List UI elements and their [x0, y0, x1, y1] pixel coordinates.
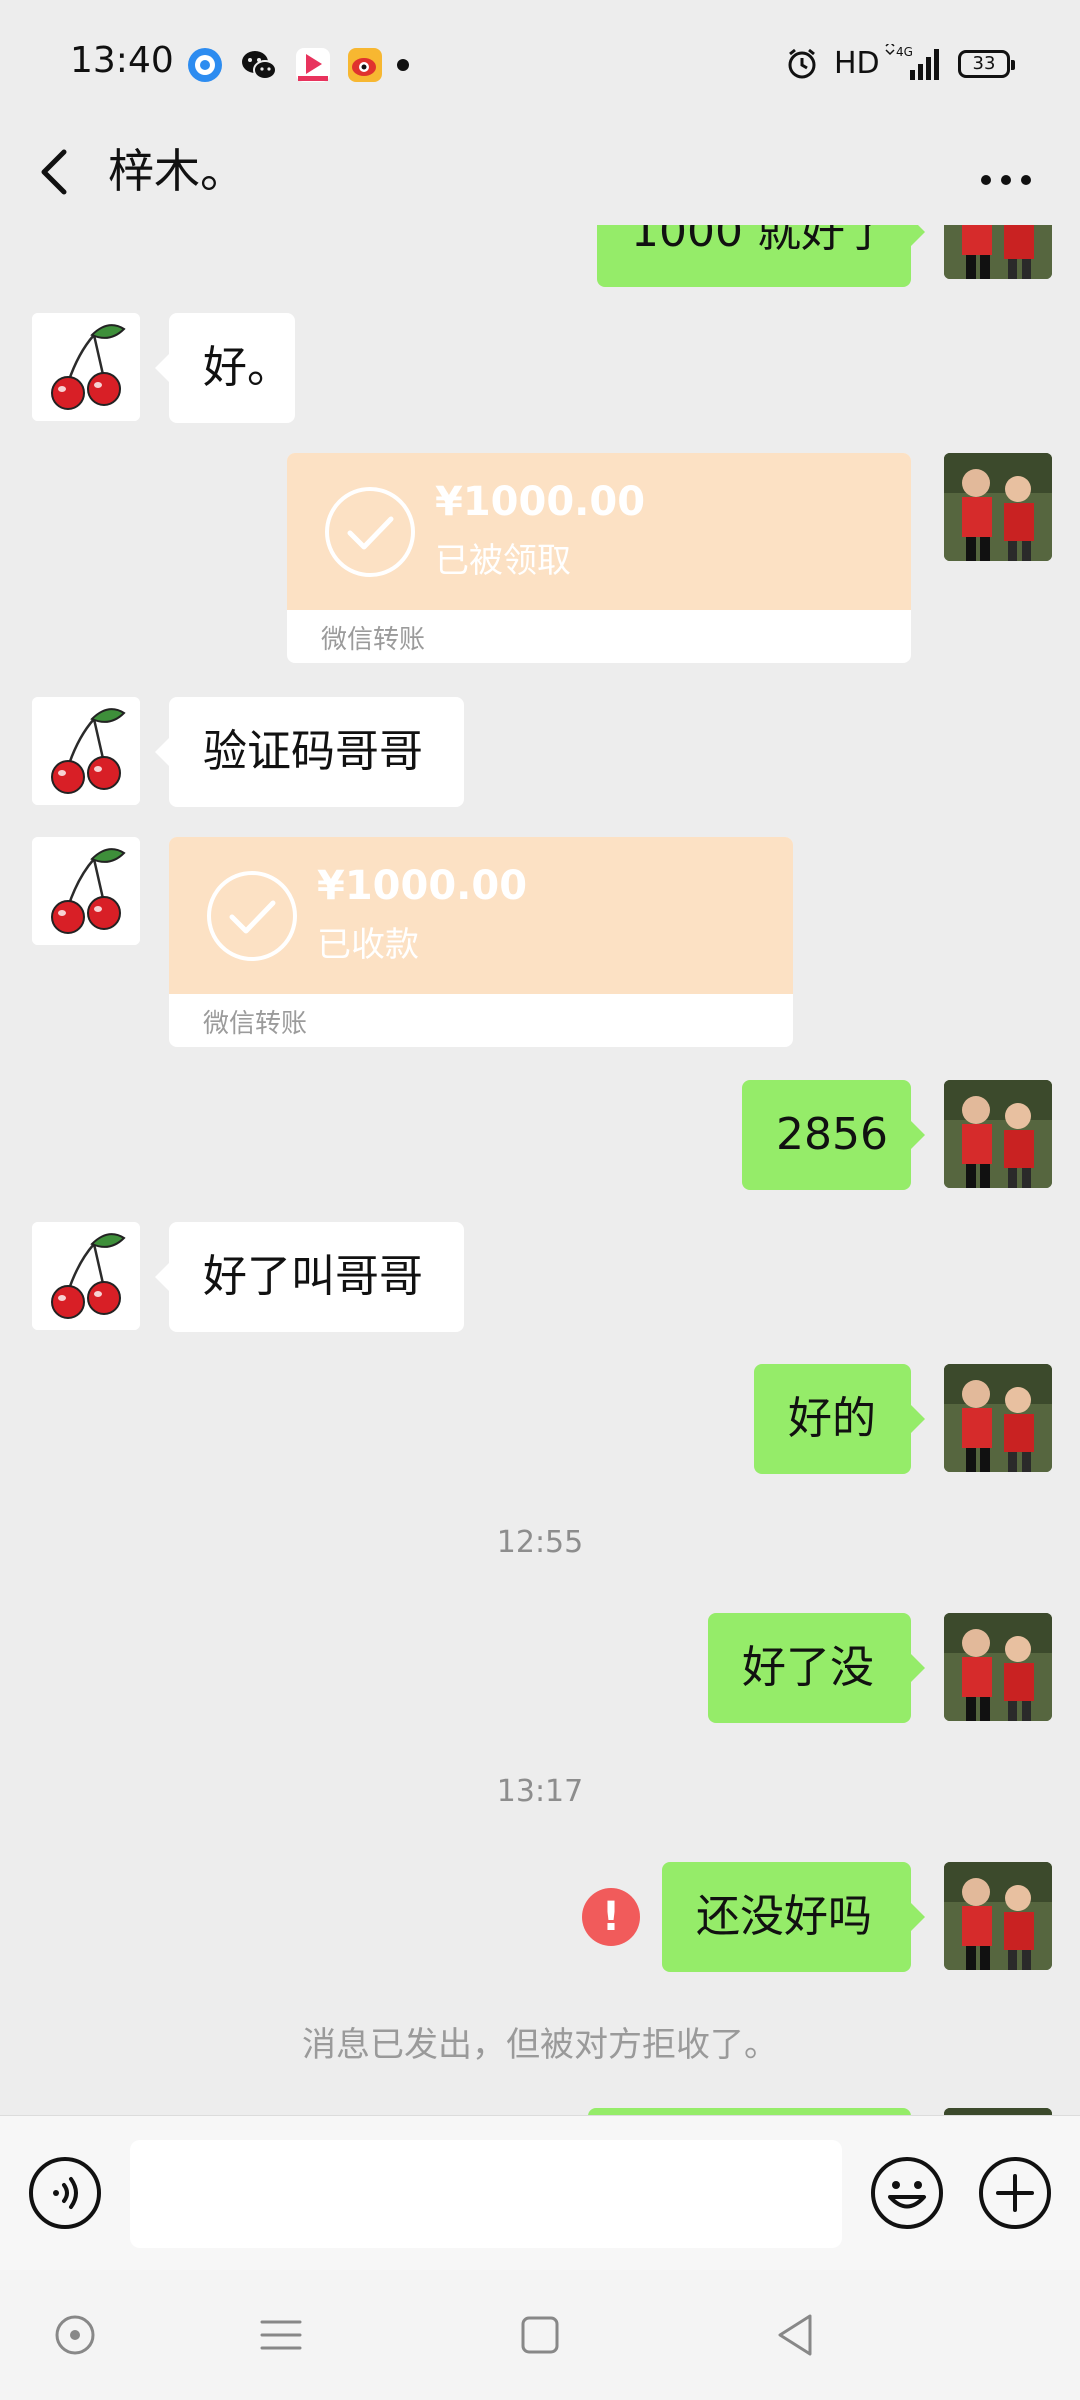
contact-avatar[interactable] — [32, 697, 140, 805]
weibo-app-icon — [346, 46, 384, 84]
message-text: 好了没 — [742, 1642, 874, 1693]
message-text: 验证码哥哥 — [203, 726, 423, 777]
wechat-app-icon — [240, 46, 278, 84]
system-message: 消息已发出，但被对方拒收了。 — [302, 2025, 778, 2065]
transfer-amount: ¥1000.00 — [435, 479, 646, 525]
status-bar: 13:40 HD 4G 33 — [0, 0, 1080, 120]
self-avatar[interactable] — [944, 1862, 1052, 1970]
message-bubble[interactable]: 好。 — [155, 313, 295, 423]
voice-icon — [29, 2157, 101, 2229]
message-text: 好。 — [203, 342, 291, 393]
message-timestamp: 13:17 — [496, 1774, 584, 1809]
back-button[interactable] — [28, 134, 84, 210]
menu-button[interactable] — [248, 2302, 314, 2368]
chat-header: 梓木。 — [0, 120, 1080, 225]
check-circle-icon — [323, 485, 417, 579]
self-avatar[interactable] — [944, 1364, 1052, 1472]
transfer-amount: ¥1000.00 — [317, 863, 528, 909]
transfer-card-body: ¥1000.00 已收款 — [169, 837, 793, 994]
transfer-status: 已被领取 — [435, 541, 571, 581]
cherry-icon — [32, 697, 140, 805]
system-nav-bar — [0, 2270, 1080, 2400]
voice-button[interactable] — [28, 2156, 102, 2230]
message-bubble[interactable]: 好了没 — [708, 1613, 925, 1723]
message-text: 好了叫哥哥 — [203, 1251, 423, 1302]
home-icon — [521, 2316, 559, 2354]
message-bubble[interactable]: 1000 就好了 — [597, 225, 925, 287]
notification-dot — [397, 59, 409, 71]
message-bubble[interactable]: 还没好吗 — [662, 1862, 925, 1972]
status-time: 13:40 — [70, 40, 174, 81]
self-avatar[interactable] — [944, 453, 1052, 561]
browser-app-icon — [186, 46, 224, 84]
cherry-icon — [32, 1222, 140, 1330]
hd-label: HD — [834, 46, 880, 81]
contact-avatar[interactable] — [32, 837, 140, 945]
video-app-icon — [294, 46, 332, 84]
back-icon — [778, 2314, 812, 2356]
message-bubble[interactable] — [588, 2108, 911, 2115]
transfer-card-body: ¥1000.00 已被领取 — [287, 453, 911, 610]
message-bubble[interactable]: 验证码哥哥 — [155, 697, 464, 807]
plus-icon — [979, 2157, 1051, 2229]
home-button[interactable] — [507, 2302, 573, 2368]
transfer-footer: 微信转账 — [321, 625, 426, 655]
nav-back-button[interactable] — [762, 2302, 828, 2368]
message-bubble[interactable]: 好了叫哥哥 — [155, 1222, 464, 1332]
alarm-icon — [786, 48, 818, 80]
message-text: 1000 就好了 — [631, 225, 889, 257]
emoji-icon — [871, 2157, 943, 2229]
self-avatar[interactable] — [944, 2108, 1052, 2115]
send-failed-icon[interactable]: ! — [582, 1888, 640, 1946]
transfer-card[interactable]: ¥1000.00 已收款 微信转账 — [169, 837, 793, 1047]
message-timestamp: 12:55 — [496, 1525, 584, 1560]
chevron-left-icon — [41, 149, 67, 195]
message-bubble[interactable]: 好的 — [754, 1364, 925, 1474]
check-circle-icon — [205, 869, 299, 963]
menu-icon — [260, 2320, 302, 2350]
battery-icon: 33 — [958, 50, 1015, 78]
contact-avatar[interactable] — [32, 1222, 140, 1330]
self-avatar[interactable] — [944, 1080, 1052, 1188]
assistant-button[interactable] — [42, 2302, 108, 2368]
message-text: 还没好吗 — [696, 1891, 872, 1942]
contact-avatar[interactable] — [32, 313, 140, 421]
transfer-footer: 微信转账 — [203, 1009, 308, 1039]
message-bubble[interactable]: 2856 — [742, 1080, 925, 1190]
assistant-icon — [55, 2315, 95, 2355]
message-text: 好的 — [788, 1393, 876, 1444]
self-avatar[interactable] — [944, 1613, 1052, 1721]
message-list[interactable]: 1000 就好了 好。 ¥1000.00 已被领取 微信转账 验证码哥哥 ¥10… — [0, 225, 1080, 2115]
more-icon — [981, 175, 1031, 185]
transfer-card[interactable]: ¥1000.00 已被领取 微信转账 — [287, 453, 911, 663]
cherry-icon — [32, 837, 140, 945]
emoji-button[interactable] — [870, 2156, 944, 2230]
more-button[interactable] — [968, 138, 1044, 206]
cherry-icon — [32, 313, 140, 421]
input-bar — [0, 2115, 1080, 2270]
chat-title: 梓木。 — [108, 144, 246, 198]
signal-label: 4G — [896, 45, 913, 59]
plus-button[interactable] — [978, 2156, 1052, 2230]
message-text: 2856 — [776, 1109, 888, 1160]
signal-icon: 4G — [882, 40, 944, 82]
message-input[interactable] — [130, 2140, 842, 2248]
transfer-status: 已收款 — [317, 925, 419, 965]
self-avatar[interactable] — [944, 225, 1052, 279]
